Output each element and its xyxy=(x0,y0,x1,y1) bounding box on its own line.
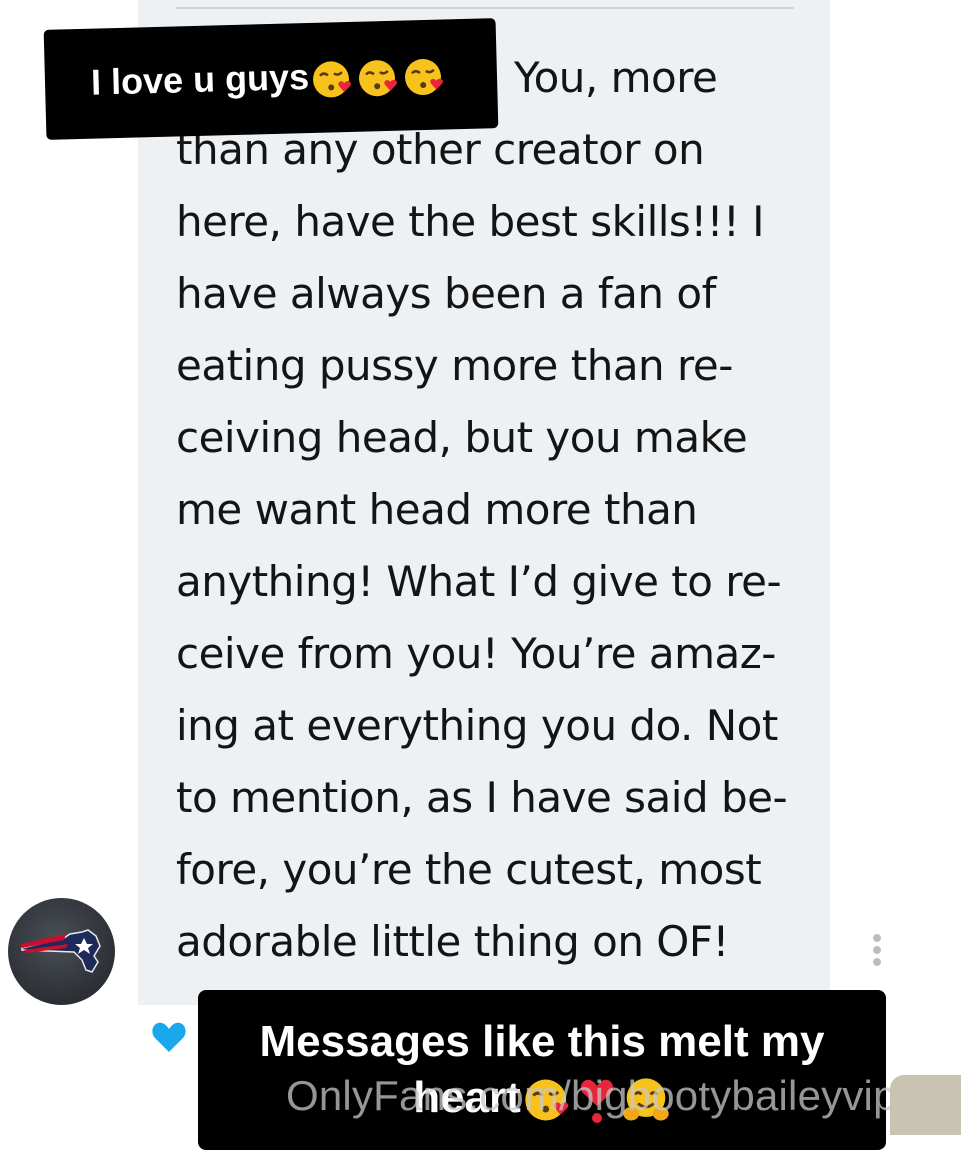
message-line: to mention, as I have said be- xyxy=(176,773,788,822)
watermark-text: OnlyFans.com/bigbootybaileyvip xyxy=(286,1072,897,1119)
kebab-dot xyxy=(873,958,881,966)
face-blowing-kiss-emoji-icon xyxy=(359,59,397,96)
face-blowing-kiss-emoji-icon xyxy=(405,58,443,95)
message-line: ceive from you! You’re amaz- xyxy=(176,629,776,678)
message-line: here, have the best skills!!! I xyxy=(176,197,765,246)
message-text: You, more than any other creator on here… xyxy=(176,42,816,978)
message-line: ing at everything you do. Not xyxy=(176,701,778,750)
kebab-dot xyxy=(873,934,881,942)
message-line: fore, you’re the cutest, most xyxy=(176,845,762,894)
message-options-kebab-icon[interactable] xyxy=(870,934,884,974)
patriots-logo-icon xyxy=(20,929,101,973)
kebab-dot xyxy=(873,946,881,954)
message-line: adorable little thing on OF! xyxy=(176,917,729,966)
caption-overlay-top: I love u guys xyxy=(43,18,499,140)
bubble-divider xyxy=(176,7,794,9)
caption-bottom-line1: Messages like this melt my xyxy=(259,1017,825,1066)
sender-avatar[interactable] xyxy=(8,898,115,1005)
caption-top-label: I love u guys xyxy=(90,56,310,103)
face-blowing-kiss-emoji-icon xyxy=(313,61,351,98)
message-line: me want head more than xyxy=(176,485,698,534)
message-line: eating pussy more than re- xyxy=(176,341,733,390)
corner-badge xyxy=(890,1075,961,1135)
message-bubble: You, more than any other creator on here… xyxy=(138,0,830,1005)
caption-top-text: I love u guys xyxy=(90,53,447,106)
message-line: ceiving head, but you make xyxy=(176,413,748,462)
message-line: anything! What I’d give to re- xyxy=(176,557,782,606)
message-line: have always been a fan of xyxy=(176,269,716,318)
caption-overlay-bottom: Messages like this melt my heart xyxy=(198,990,886,1150)
heart-icon[interactable] xyxy=(150,1018,188,1056)
